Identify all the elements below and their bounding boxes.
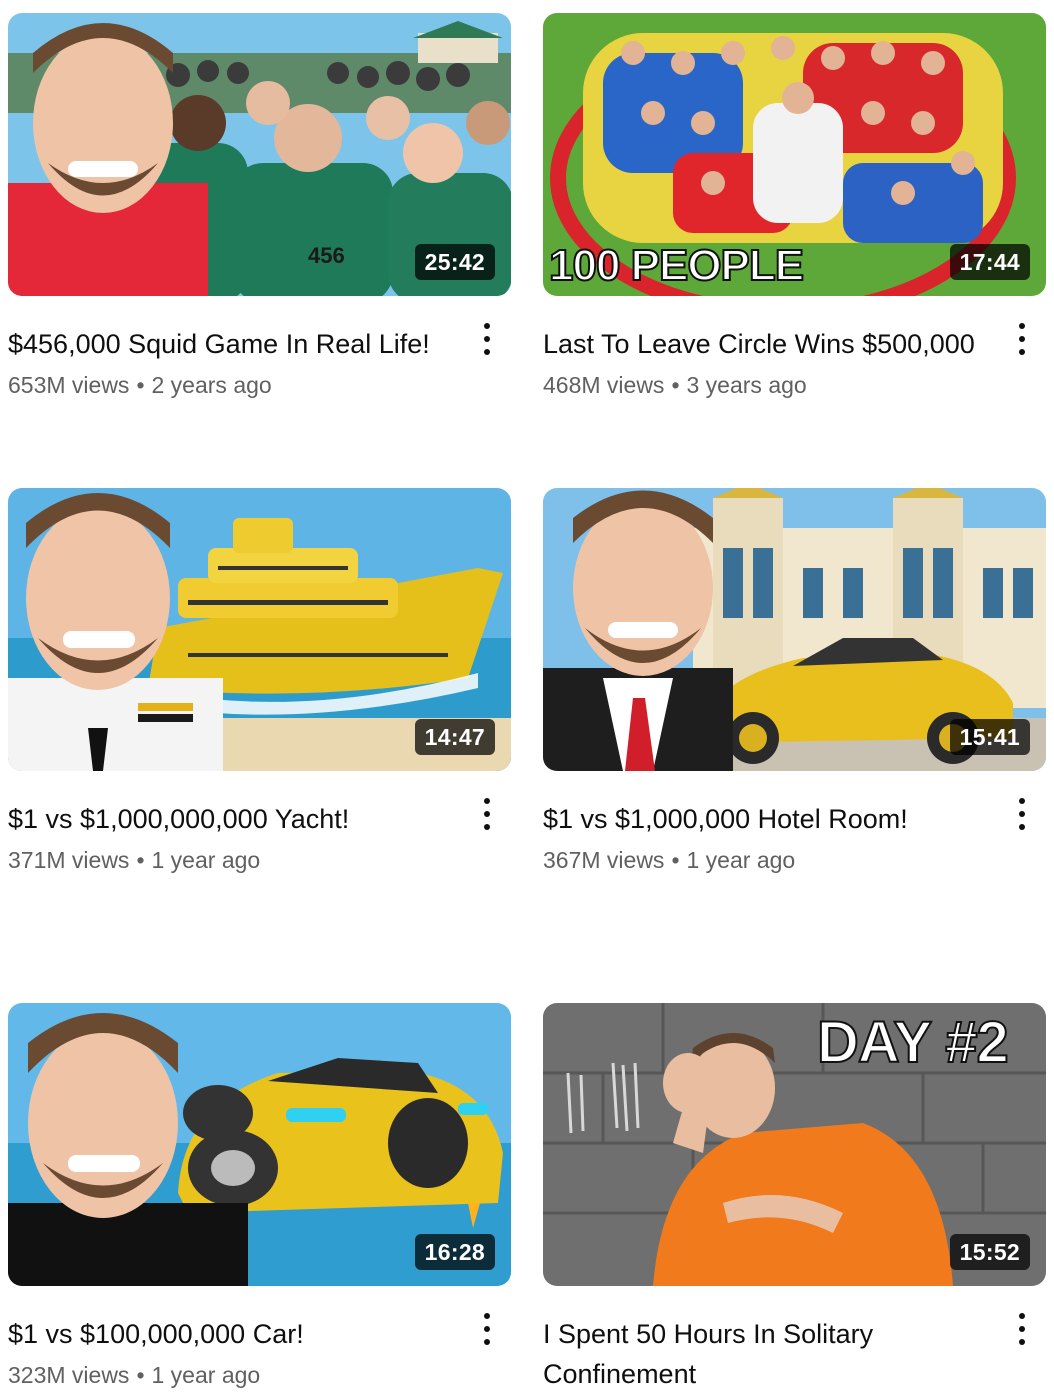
upload-age: 3 years ago	[686, 372, 807, 398]
upload-age: 1 year ago	[151, 1362, 261, 1388]
video-meta: $1 vs $1,000,000 Hotel Room! 367M views •…	[543, 771, 1046, 874]
video-card[interactable]: 16:28 $1 vs $100,000,000 Car! 323M views…	[8, 1003, 511, 1389]
view-count: 371M views	[8, 847, 130, 873]
video-thumbnail[interactable]: 15:41	[543, 488, 1046, 771]
video-thumbnail[interactable]: 100 PEOPLE 17:44	[543, 13, 1046, 296]
thumbnail-caption: 100 PEOPLE	[548, 240, 805, 291]
upload-age: 1 year ago	[686, 847, 796, 873]
separator-dot: •	[671, 847, 680, 873]
video-title[interactable]: $456,000 Squid Game In Real Life!	[8, 324, 455, 364]
video-stats: 653M views • 2 years ago	[8, 372, 455, 399]
video-card[interactable]: 15:41 $1 vs $1,000,000 Hotel Room! 367M …	[543, 488, 1046, 874]
more-vert-icon[interactable]	[467, 1304, 507, 1354]
duration-badge: 17:44	[949, 244, 1030, 280]
more-vert-icon[interactable]	[467, 789, 507, 839]
video-thumbnail[interactable]: 16:28	[8, 1003, 511, 1286]
video-meta: Last To Leave Circle Wins $500,000 468M …	[543, 296, 1046, 399]
more-vert-icon[interactable]	[467, 314, 507, 364]
video-card[interactable]: 100 PEOPLE 17:44 Last To Leave Circle Wi…	[543, 13, 1046, 399]
video-stats: 468M views • 3 years ago	[543, 372, 990, 399]
video-meta: $456,000 Squid Game In Real Life! 653M v…	[8, 296, 511, 399]
video-title[interactable]: I Spent 50 Hours In Solitary Confinement	[543, 1314, 990, 1394]
video-title[interactable]: $1 vs $1,000,000 Hotel Room!	[543, 799, 990, 839]
svg-text:456: 456	[308, 243, 345, 268]
duration-badge: 15:41	[949, 719, 1030, 755]
more-vert-icon[interactable]	[1002, 314, 1042, 364]
video-stats: 323M views • 1 year ago	[8, 1362, 455, 1389]
video-meta: $1 vs $1,000,000,000 Yacht! 371M views • 1…	[8, 771, 511, 874]
duration-badge: 25:42	[414, 244, 495, 280]
more-vert-icon[interactable]	[1002, 789, 1042, 839]
view-count: 323M views	[8, 1362, 130, 1388]
video-title[interactable]: Last To Leave Circle Wins $500,000	[543, 324, 990, 364]
video-card[interactable]: 14:47 $1 vs $1,000,000,000 Yacht! 371M v…	[8, 488, 511, 874]
thumbnail-caption: DAY #2	[816, 1009, 1010, 1076]
duration-badge: 15:52	[949, 1234, 1030, 1270]
duration-badge: 16:28	[414, 1234, 495, 1270]
separator-dot: •	[136, 1362, 145, 1388]
video-meta: I Spent 50 Hours In Solitary Confinement	[543, 1286, 1046, 1394]
video-thumbnail[interactable]: 14:47	[8, 488, 511, 771]
upload-age: 1 year ago	[151, 847, 261, 873]
separator-dot: •	[671, 372, 680, 398]
separator-dot: •	[136, 847, 145, 873]
video-thumbnail[interactable]: 456 25:42	[8, 13, 511, 296]
video-title[interactable]: $1 vs $100,000,000 Car!	[8, 1314, 455, 1354]
video-stats: 367M views • 1 year ago	[543, 847, 990, 874]
view-count: 468M views	[543, 372, 665, 398]
view-count: 367M views	[543, 847, 665, 873]
video-thumbnail[interactable]: DAY #2 15:52	[543, 1003, 1046, 1286]
video-stats: 371M views • 1 year ago	[8, 847, 455, 874]
view-count: 653M views	[8, 372, 130, 398]
separator-dot: •	[136, 372, 145, 398]
upload-age: 2 years ago	[151, 372, 272, 398]
more-vert-icon[interactable]	[1002, 1304, 1042, 1354]
video-card[interactable]: 456 25:42 $456,000 Squid Game In Real Li…	[8, 13, 511, 399]
duration-badge: 14:47	[414, 719, 495, 755]
video-title[interactable]: $1 vs $1,000,000,000 Yacht!	[8, 799, 455, 839]
video-meta: $1 vs $100,000,000 Car! 323M views • 1 yea…	[8, 1286, 511, 1389]
video-card[interactable]: DAY #2 15:52 I Spent 50 Hours In Solitar…	[543, 1003, 1046, 1394]
